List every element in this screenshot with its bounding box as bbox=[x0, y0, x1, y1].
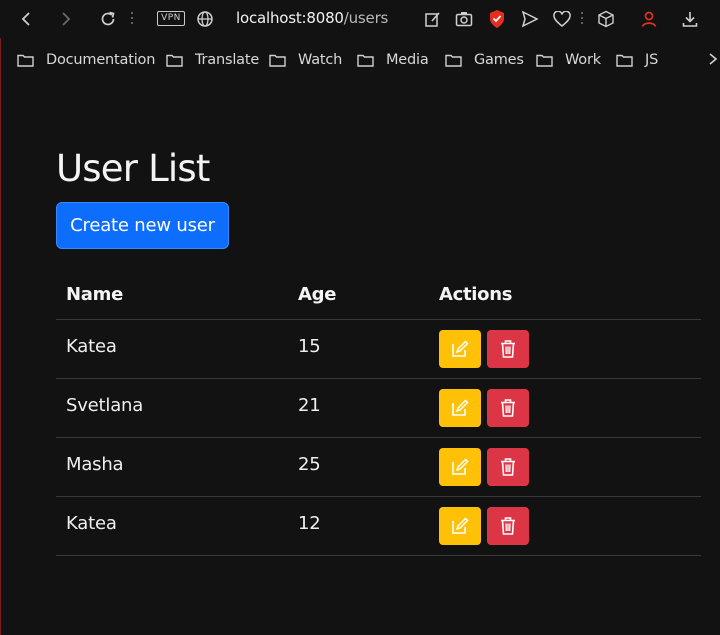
create-user-button[interactable]: Create new user bbox=[56, 202, 229, 249]
delete-button[interactable] bbox=[487, 448, 529, 486]
forward-icon[interactable] bbox=[54, 7, 78, 31]
user-age: 15 bbox=[298, 336, 321, 357]
folder-icon bbox=[616, 54, 633, 67]
browser-toolbar: VPN localhost:8080/users bbox=[0, 0, 720, 38]
table-row: Katea 15 bbox=[56, 320, 701, 379]
trash-icon bbox=[501, 517, 515, 535]
edit-icon bbox=[452, 340, 469, 357]
chevron-right-icon[interactable] bbox=[707, 52, 719, 66]
folder-icon bbox=[269, 54, 286, 67]
folder-icon bbox=[17, 54, 34, 67]
edit-button[interactable] bbox=[439, 330, 481, 368]
bookmark-label: JS bbox=[645, 52, 659, 68]
bookmark-label: Media bbox=[386, 52, 429, 68]
trash-icon bbox=[501, 458, 515, 476]
trash-icon bbox=[501, 340, 515, 358]
folder-icon bbox=[536, 54, 553, 67]
folder-icon bbox=[166, 54, 183, 67]
bookmarks-bar: Documentation Translate Watch Media Game… bbox=[0, 44, 720, 76]
user-age: 21 bbox=[298, 395, 321, 416]
edit-button[interactable] bbox=[439, 389, 481, 427]
bookmark-label: Watch bbox=[298, 52, 343, 68]
bookmark-js[interactable]: JS bbox=[616, 51, 658, 69]
user-age: 25 bbox=[298, 454, 321, 475]
delete-button[interactable] bbox=[487, 389, 529, 427]
url-host: localhost:8080 bbox=[236, 9, 344, 27]
url-path: /users bbox=[343, 9, 389, 27]
table-row: Masha 25 bbox=[56, 438, 701, 497]
column-header-name: Name bbox=[66, 284, 123, 305]
user-name: Svetlana bbox=[66, 395, 144, 416]
profile-icon[interactable] bbox=[637, 7, 661, 31]
separator-dots-icon bbox=[580, 12, 584, 26]
bookmark-games[interactable]: Games bbox=[445, 51, 524, 69]
back-icon[interactable] bbox=[14, 7, 38, 31]
cube-icon[interactable] bbox=[594, 7, 618, 31]
bookmark-work[interactable]: Work bbox=[536, 51, 601, 69]
globe-icon[interactable] bbox=[193, 7, 217, 31]
page-title: User List bbox=[56, 147, 210, 190]
table-header: Name Age Actions bbox=[56, 270, 701, 320]
folder-icon bbox=[445, 54, 462, 67]
edit-page-icon[interactable] bbox=[421, 7, 445, 31]
user-name: Katea bbox=[66, 513, 117, 534]
bookmark-watch[interactable]: Watch bbox=[269, 51, 342, 69]
shield-icon[interactable] bbox=[485, 7, 509, 31]
window-edge bbox=[0, 0, 1, 635]
edit-button[interactable] bbox=[439, 507, 481, 545]
column-header-age: Age bbox=[298, 284, 337, 305]
user-name: Masha bbox=[66, 454, 124, 475]
edit-icon bbox=[452, 399, 469, 416]
edit-button[interactable] bbox=[439, 448, 481, 486]
bookmark-media[interactable]: Media bbox=[357, 51, 429, 69]
reload-icon[interactable] bbox=[96, 7, 120, 31]
vpn-badge[interactable]: VPN bbox=[157, 11, 185, 26]
delete-button[interactable] bbox=[487, 330, 529, 368]
address-bar[interactable]: localhost:8080/users bbox=[236, 9, 388, 27]
table-row: Katea 12 bbox=[56, 497, 701, 556]
table-row: Svetlana 21 bbox=[56, 379, 701, 438]
user-age: 12 bbox=[298, 513, 321, 534]
edit-icon bbox=[452, 517, 469, 534]
column-header-actions: Actions bbox=[439, 284, 513, 305]
users-table: Name Age Actions Katea 15 Svetlana 21 Ma… bbox=[56, 270, 701, 556]
bookmark-label: Games bbox=[474, 52, 524, 68]
camera-icon[interactable] bbox=[452, 7, 476, 31]
edit-icon bbox=[452, 458, 469, 475]
bookmark-label: Work bbox=[565, 52, 601, 68]
bookmark-label: Documentation bbox=[46, 52, 156, 68]
bookmark-translate[interactable]: Translate bbox=[166, 51, 259, 69]
bookmark-label: Translate bbox=[195, 52, 260, 68]
download-icon[interactable] bbox=[678, 7, 702, 31]
bookmark-documentation[interactable]: Documentation bbox=[17, 51, 155, 69]
delete-button[interactable] bbox=[487, 507, 529, 545]
trash-icon bbox=[501, 399, 515, 417]
folder-icon bbox=[357, 54, 374, 67]
heart-icon[interactable] bbox=[550, 7, 574, 31]
separator-dots-icon bbox=[130, 12, 134, 26]
user-name: Katea bbox=[66, 336, 117, 357]
send-icon[interactable] bbox=[518, 7, 542, 31]
